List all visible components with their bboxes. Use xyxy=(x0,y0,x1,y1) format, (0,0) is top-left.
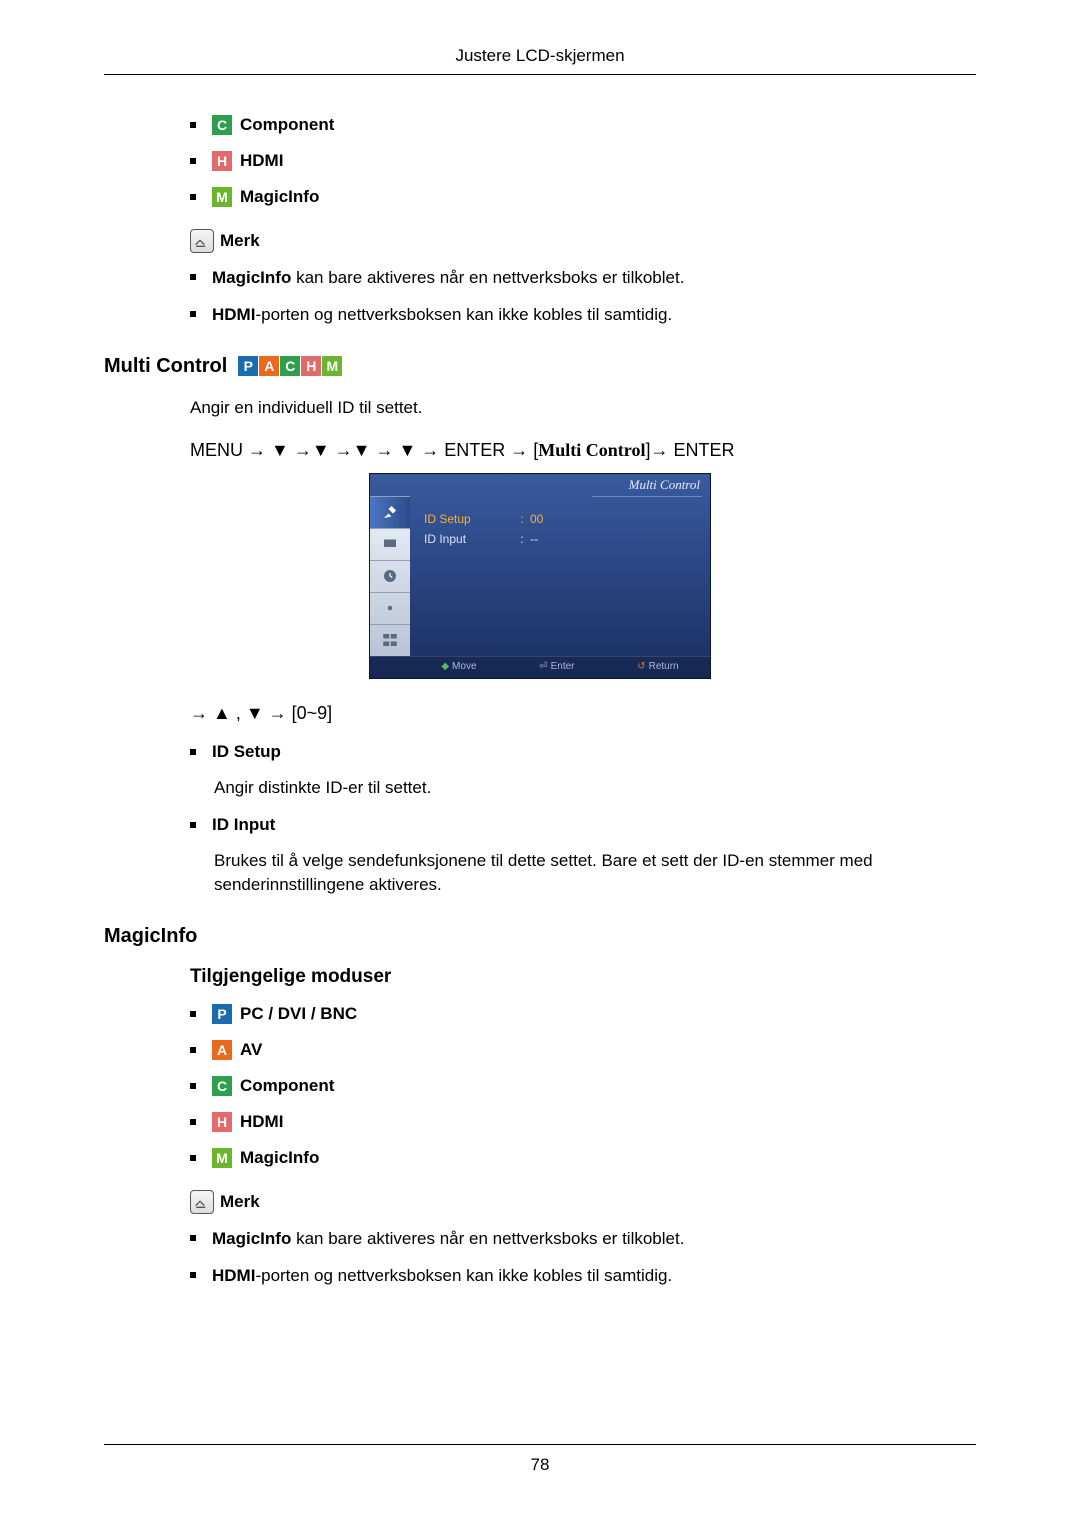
section-title: Multi Control xyxy=(104,355,227,378)
osd-row-id-setup[interactable]: ID Setup : 00 xyxy=(424,512,696,526)
bullet-dot xyxy=(190,122,196,128)
note-list-1: MagicInfo kan bare aktiveres når en nett… xyxy=(104,267,976,327)
section-magicinfo: MagicInfo xyxy=(104,925,976,948)
header-rule xyxy=(104,74,976,75)
nav-instruction: → ▲ , ▼ → [0~9] xyxy=(104,703,976,724)
bullet-dot xyxy=(190,194,196,200)
osd-side-tabs xyxy=(370,496,410,656)
a-badge-icon: A xyxy=(212,1040,232,1060)
mode-label: Component xyxy=(240,1076,334,1096)
bullet-dot xyxy=(190,1083,196,1089)
note-heading: Merk xyxy=(104,229,976,253)
c-badge-icon: C xyxy=(280,356,300,376)
note-text: HDMI-porten og nettverksboksen kan ikke … xyxy=(212,1265,672,1288)
def-title: ID Input xyxy=(212,815,275,835)
subheading-modes: Tilgjengelige moduser xyxy=(104,966,976,988)
osd-row-id-input[interactable]: ID Input : -- xyxy=(424,532,696,546)
modes-list-top: C Component H HDMI M MagicInfo xyxy=(104,115,976,207)
c-badge-icon: C xyxy=(212,1076,232,1096)
bullet-dot xyxy=(190,274,196,280)
note-text: HDMI-porten og nettverksboksen kan ikke … xyxy=(212,304,672,327)
bullet-dot xyxy=(190,1272,196,1278)
mode-label: MagicInfo xyxy=(240,187,319,207)
mode-label: PC / DVI / BNC xyxy=(240,1004,357,1024)
bullet-dot xyxy=(190,311,196,317)
menu-path: MENU → ▼ →▼ →▼ → ▼ → ENTER → [Multi Cont… xyxy=(104,440,976,461)
return-icon: ↺ xyxy=(637,661,645,672)
bullet-dot xyxy=(190,158,196,164)
osd-tab-multi-icon[interactable] xyxy=(370,624,410,656)
footer-rule xyxy=(104,1444,976,1445)
note-text: MagicInfo kan bare aktiveres når en nett… xyxy=(212,267,684,290)
note-heading-2: Merk xyxy=(104,1190,976,1214)
osd-main: ID Setup : 00 ID Input : -- xyxy=(410,496,710,656)
mode-label: Component xyxy=(240,115,334,135)
m-badge-icon: M xyxy=(322,356,342,376)
enter-icon: ⏎ xyxy=(539,661,547,672)
h-badge-icon: H xyxy=(212,1112,232,1132)
osd-tab-tools-icon[interactable] xyxy=(370,496,410,528)
note-list-2: MagicInfo kan bare aktiveres når en nett… xyxy=(104,1228,976,1288)
osd-tab-input-icon[interactable] xyxy=(370,528,410,560)
bullet-dot xyxy=(190,749,196,755)
bullet-dot xyxy=(190,1235,196,1241)
badge-row: P A C H M xyxy=(237,356,342,376)
bullet-dot xyxy=(190,1011,196,1017)
osd-panel: Multi Control ID Setup : 00 ID xyxy=(369,473,711,679)
a-badge-icon: A xyxy=(259,356,279,376)
mode-label: HDMI xyxy=(240,151,283,171)
osd-tab-gear-icon[interactable] xyxy=(370,592,410,624)
osd-footer: ◆ Move ⏎ Enter ↺ Return xyxy=(370,656,710,678)
h-badge-icon: H xyxy=(212,151,232,171)
def-desc: Angir distinkte ID-er til settet. xyxy=(190,776,976,800)
bullet-dot xyxy=(190,1155,196,1161)
modes-list-magicinfo: P PC / DVI / BNC A AV C Component H HDMI… xyxy=(104,1004,976,1168)
p-badge-icon: P xyxy=(212,1004,232,1024)
mode-label: HDMI xyxy=(240,1112,283,1132)
note-label: Merk xyxy=(220,231,260,251)
note-icon xyxy=(190,229,214,253)
bullet-dot xyxy=(190,822,196,828)
c-badge-icon: C xyxy=(212,115,232,135)
p-badge-icon: P xyxy=(238,356,258,376)
def-desc: Brukes til å velge sendefunksjonene til … xyxy=(190,849,976,897)
section-title: MagicInfo xyxy=(104,925,197,948)
page-header: Justere LCD-skjermen xyxy=(104,46,976,66)
osd-title: Multi Control xyxy=(370,474,710,496)
diamond-icon: ◆ xyxy=(441,661,449,672)
m-badge-icon: M xyxy=(212,1148,232,1168)
m-badge-icon: M xyxy=(212,187,232,207)
page-number: 78 xyxy=(531,1455,550,1474)
note-label: Merk xyxy=(220,1192,260,1212)
mode-label: MagicInfo xyxy=(240,1148,319,1168)
note-text: MagicInfo kan bare aktiveres når en nett… xyxy=(212,1228,684,1251)
mode-label: AV xyxy=(240,1040,262,1060)
bullet-dot xyxy=(190,1047,196,1053)
page-footer: 78 xyxy=(0,1444,1080,1475)
multi-control-defs: ID Setup Angir distinkte ID-er til sette… xyxy=(104,742,976,897)
note-icon xyxy=(190,1190,214,1214)
bullet-dot xyxy=(190,1119,196,1125)
multi-control-intro: Angir en individuell ID til settet. xyxy=(104,396,976,420)
osd-tab-time-icon[interactable] xyxy=(370,560,410,592)
h-badge-icon: H xyxy=(301,356,321,376)
section-multi-control: Multi Control P A C H M xyxy=(104,355,976,378)
def-title: ID Setup xyxy=(212,742,281,762)
